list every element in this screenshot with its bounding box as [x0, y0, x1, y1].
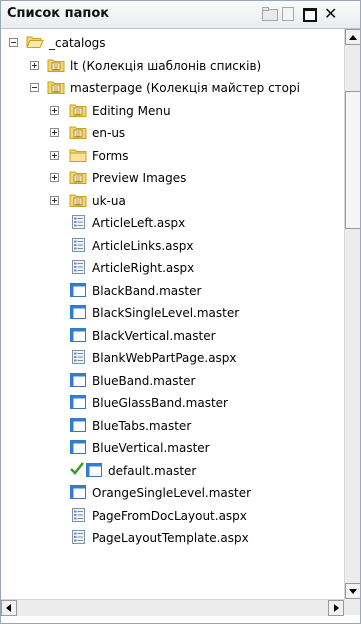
list-folder-icon	[69, 124, 87, 140]
expand-icon[interactable]	[50, 128, 59, 137]
arrow-up-icon	[349, 35, 357, 40]
tree-item[interactable]: BlackSingleLevel.master	[1, 302, 344, 324]
aspx-file-icon	[69, 529, 87, 545]
list-folder-icon	[69, 102, 87, 118]
folder-view-icon[interactable]	[262, 7, 278, 21]
master-file-icon	[69, 372, 87, 388]
horizontal-scrollbar[interactable]	[1, 599, 344, 616]
tree-item[interactable]: uk-ua	[1, 190, 344, 212]
tree-item-label: Editing Menu	[92, 104, 171, 118]
master-file-icon	[69, 417, 87, 433]
close-button[interactable]: ✕	[324, 4, 337, 23]
tree-item[interactable]: ArticleLinks.aspx	[1, 235, 344, 257]
vertical-scrollbar[interactable]	[344, 29, 360, 599]
tree-item[interactable]: BlueVertical.master	[1, 437, 344, 459]
tree-item-label: ArticleLinks.aspx	[92, 239, 194, 253]
tree-item[interactable]: PageFromDocLayout.aspx	[1, 505, 344, 527]
collapse-icon[interactable]	[9, 38, 18, 47]
tree-item-label: uk-ua	[92, 194, 126, 208]
tree-item-label: lt (Колекція шаблонів списків)	[70, 59, 262, 73]
tree-item-label: Preview Images	[92, 171, 187, 185]
scroll-corner	[344, 599, 360, 615]
aspx-file-icon	[69, 259, 87, 275]
tree-item[interactable]: default.master	[1, 460, 344, 482]
panel-title: Список папок	[7, 6, 110, 21]
tree-item-label: Forms	[92, 149, 129, 163]
checkmark-icon	[69, 461, 85, 477]
tree-item[interactable]: Preview Images	[1, 167, 344, 189]
tree-item-label: ArticleRight.aspx	[92, 261, 195, 275]
list-folder-icon	[47, 79, 65, 95]
list-folder-icon	[69, 192, 87, 208]
tree-item-label: _catalogs	[49, 36, 106, 50]
expand-icon[interactable]	[50, 196, 59, 205]
tree-item[interactable]: ArticleRight.aspx	[1, 257, 344, 279]
tree-item[interactable]: masterpage (Колекція майстер сторі	[1, 77, 344, 99]
tree-item-label: default.master	[108, 464, 197, 478]
tree-item-label: BlankWebPartPage.aspx	[92, 351, 237, 365]
arrow-down-icon	[349, 589, 357, 594]
arrow-left-icon	[6, 604, 11, 612]
folder-list-panel: Список папок ✕ _catalogslt (Колекція шаб…	[0, 0, 361, 624]
aspx-file-icon	[69, 214, 87, 230]
collapse-icon[interactable]	[30, 83, 39, 92]
tree-item[interactable]: BlankWebPartPage.aspx	[1, 347, 344, 369]
master-file-icon	[69, 282, 87, 298]
tree-item-label: OrangeSingleLevel.master	[92, 486, 252, 500]
tree-item-label: BlueTabs.master	[92, 419, 192, 433]
master-file-icon	[69, 394, 87, 410]
tree-item-label: ArticleLeft.aspx	[92, 216, 186, 230]
scroll-down-button[interactable]	[345, 583, 360, 599]
open-folder-icon	[26, 34, 44, 50]
tree-item-label: BlackSingleLevel.master	[92, 306, 240, 320]
tree-item[interactable]: BlueBand.master	[1, 370, 344, 392]
tree-item[interactable]: Forms	[1, 145, 344, 167]
expand-icon[interactable]	[50, 106, 59, 115]
tree-item-label: BlackBand.master	[92, 284, 202, 298]
folder-icon	[69, 147, 87, 163]
expand-icon[interactable]	[50, 151, 59, 160]
tree-item-label: masterpage (Колекція майстер сторі	[70, 81, 300, 95]
scroll-up-button[interactable]	[345, 29, 360, 45]
master-file-icon	[69, 439, 87, 455]
tree-item-label: PageLayoutTemplate.aspx	[92, 531, 249, 545]
tree-item[interactable]: en-us	[1, 122, 344, 144]
tree-item-label: BlueGlassBand.master	[92, 396, 228, 410]
aspx-file-icon	[69, 507, 87, 523]
aspx-file-icon	[69, 349, 87, 365]
expand-icon[interactable]	[50, 173, 59, 182]
list-folder-icon	[69, 169, 87, 185]
tree-item-label: en-us	[92, 126, 126, 140]
master-file-icon	[69, 304, 87, 320]
folder-tree: _catalogslt (Колекція шаблонів списків) m…	[1, 29, 344, 599]
aspx-file-icon	[69, 237, 87, 253]
master-file-icon	[69, 327, 87, 343]
tree-item[interactable]: OrangeSingleLevel.master	[1, 482, 344, 504]
vertical-scroll-thumb[interactable]	[345, 91, 360, 229]
tree-item-label: BlueVertical.master	[92, 441, 210, 455]
tree-item-label: BlueBand.master	[92, 374, 196, 388]
maximize-button[interactable]	[303, 8, 317, 22]
tree-item[interactable]: ArticleLeft.aspx	[1, 212, 344, 234]
tree-item[interactable]: BlackVertical.master	[1, 325, 344, 347]
tree-item[interactable]: _catalogs	[1, 32, 344, 54]
scroll-left-button[interactable]	[1, 600, 17, 616]
tree-item[interactable]: PageLayoutTemplate.aspx	[1, 527, 344, 549]
tree-item-label: PageFromDocLayout.aspx	[92, 509, 247, 523]
master-file-icon	[85, 462, 103, 478]
expand-icon[interactable]	[30, 61, 39, 70]
tree-item[interactable]: Editing Menu	[1, 100, 344, 122]
panel-titlebar: Список папок ✕	[1, 1, 360, 29]
tree-item[interactable]: lt (Колекція шаблонів списків)	[1, 55, 344, 77]
tree-item[interactable]: BlackBand.master	[1, 280, 344, 302]
page-view-icon[interactable]	[280, 7, 296, 21]
tree-item[interactable]: BlueGlassBand.master	[1, 392, 344, 414]
tree-item[interactable]: BlueTabs.master	[1, 415, 344, 437]
arrow-right-icon	[334, 604, 339, 612]
list-folder-icon	[47, 57, 65, 73]
master-file-icon	[69, 484, 87, 500]
scroll-right-button[interactable]	[328, 600, 344, 616]
tree-item-label: BlackVertical.master	[92, 329, 216, 343]
